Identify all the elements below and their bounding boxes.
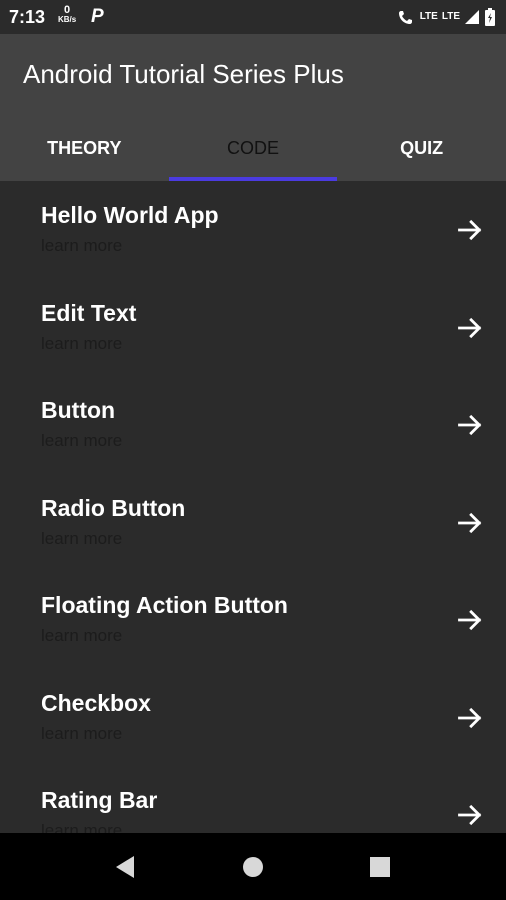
list-item[interactable]: Rating Bar learn more bbox=[0, 766, 506, 833]
arrow-right-icon[interactable] bbox=[456, 704, 484, 732]
volte-label: LTE bbox=[419, 11, 438, 22]
arrow-right-icon[interactable] bbox=[456, 509, 484, 537]
status-time: 7:13 bbox=[9, 7, 46, 27]
list-item-subtitle: learn more bbox=[41, 236, 123, 255]
network-speed-value: 0 bbox=[64, 4, 71, 16]
list-item-subtitle: learn more bbox=[41, 626, 123, 645]
arrow-right-icon[interactable] bbox=[456, 411, 484, 439]
list-item-subtitle: learn more bbox=[41, 821, 123, 833]
volte-call-icon bbox=[398, 11, 412, 24]
lte-label: LTE bbox=[441, 11, 460, 22]
list-item-title: Hello World App bbox=[41, 202, 219, 228]
arrow-right-icon[interactable] bbox=[456, 216, 484, 244]
battery-icon bbox=[485, 8, 495, 26]
list-item-subtitle: learn more bbox=[41, 431, 123, 450]
status-bar: 7:13 0 KB/s P LTE LTE bbox=[0, 0, 506, 34]
back-triangle-icon[interactable] bbox=[111, 853, 139, 881]
status-icons: LTE LTE bbox=[398, 6, 496, 28]
arrow-right-icon[interactable] bbox=[456, 314, 484, 342]
parking-notification-icon: P bbox=[91, 6, 104, 27]
list-item-subtitle: learn more bbox=[41, 724, 123, 743]
list-item-title: Edit Text bbox=[41, 300, 137, 326]
tab-bar: THEORY CODE QUIZ bbox=[0, 116, 506, 181]
list-item[interactable]: Edit Text learn more bbox=[0, 279, 506, 376]
app-title: Android Tutorial Series Plus bbox=[23, 59, 344, 89]
list-item[interactable]: Radio Button learn more bbox=[0, 474, 506, 571]
navigation-bar bbox=[0, 833, 506, 900]
recents-square-icon[interactable] bbox=[366, 853, 394, 881]
list-item-title: Radio Button bbox=[41, 495, 186, 521]
list-item[interactable]: Button learn more bbox=[0, 376, 506, 473]
app-bar: Android Tutorial Series Plus bbox=[0, 34, 506, 116]
network-speed-indicator: 0 KB/s bbox=[58, 4, 77, 25]
list-item-title: Floating Action Button bbox=[41, 592, 288, 618]
list-item[interactable]: Checkbox learn more bbox=[0, 669, 506, 766]
topic-list: Hello World App learn more Edit Text lea… bbox=[0, 181, 506, 833]
arrow-right-icon[interactable] bbox=[456, 801, 484, 829]
list-item-title: Checkbox bbox=[41, 690, 151, 716]
tab-code[interactable]: CODE bbox=[168, 116, 338, 181]
list-item-subtitle: learn more bbox=[41, 334, 123, 353]
signal-icon bbox=[465, 10, 479, 24]
list-item[interactable]: Hello World App learn more bbox=[0, 181, 506, 278]
list-item-subtitle: learn more bbox=[41, 529, 123, 548]
network-speed-unit: KB/s bbox=[58, 15, 77, 24]
arrow-right-icon[interactable] bbox=[456, 606, 484, 634]
tab-quiz[interactable]: QUIZ bbox=[337, 116, 506, 181]
list-item-title: Rating Bar bbox=[41, 787, 158, 813]
list-item[interactable]: Floating Action Button learn more bbox=[0, 571, 506, 668]
list-item-title: Button bbox=[41, 397, 116, 423]
home-circle-icon[interactable] bbox=[239, 853, 267, 881]
tab-theory[interactable]: THEORY bbox=[0, 116, 169, 181]
